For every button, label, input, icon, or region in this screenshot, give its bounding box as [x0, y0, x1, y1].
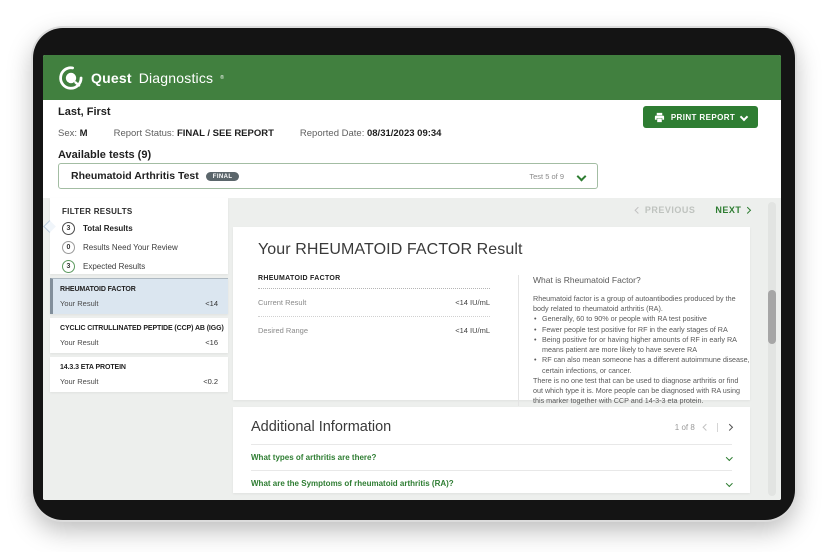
filter-item-need-review[interactable]: 0 Results Need Your Review	[62, 241, 216, 254]
next-button[interactable]: NEXT	[715, 205, 751, 215]
chevron-left-icon[interactable]	[702, 423, 710, 431]
patient-name: Last, First	[58, 106, 111, 118]
accordion-question-ra-symptoms[interactable]: What are the Symptoms of rheumatoid arth…	[251, 470, 733, 496]
logo-text-light: Diagnostics	[138, 69, 214, 86]
printer-icon	[654, 112, 664, 122]
result-card-ccp-ab[interactable]: CYCLIC CITRULLINATED PEPTIDE (CCP) AB (I…	[50, 318, 228, 353]
result-card-eta-protein[interactable]: 14.3.3 ETA PROTEIN Your Result <0.2	[50, 357, 228, 392]
count-badge: 3	[62, 260, 75, 273]
additional-information-title: Additional Information	[251, 419, 392, 435]
result-label: Your Result	[60, 299, 99, 308]
app-screen: Quest Diagnostics ® Last, First Sex: M Rep…	[43, 55, 781, 500]
info-bullet: RF can also mean someone has a different…	[533, 355, 750, 375]
quest-q-icon	[59, 65, 83, 90]
info-bullet: Being positive for or having higher amou…	[533, 335, 750, 355]
scrollbar-track[interactable]	[768, 202, 776, 496]
patient-sex: Sex: M	[58, 128, 88, 139]
result-table: RHEUMATOID FACTOR Current Result <14 IU/…	[258, 275, 490, 406]
test-selector-dropdown[interactable]: Rheumatoid Arthritis Test FINAL Test 5 o…	[58, 163, 598, 189]
app-header: Quest Diagnostics ®	[43, 55, 781, 100]
sex-value: M	[79, 128, 88, 139]
result-value: <14	[205, 299, 218, 308]
pager-divider	[717, 422, 719, 432]
question-label: What are the Symptoms of rheumatoid arth…	[251, 479, 454, 488]
print-report-button[interactable]: PRINT REPORT	[643, 106, 758, 128]
previous-label: PREVIOUS	[644, 205, 696, 215]
info-intro: Rheumatoid factor is a group of autoanti…	[533, 294, 736, 314]
row-value: <14 IU/mL	[455, 326, 490, 335]
question-label: What types of arthritis are there?	[251, 453, 377, 462]
report-status-value: FINAL / SEE REPORT	[176, 128, 274, 139]
filter-item-label: Total Results	[83, 224, 133, 233]
result-card-rheumatoid-factor[interactable]: RHEUMATOID FACTOR Your Result <14	[50, 278, 228, 314]
scrollbar-thumb[interactable]	[768, 290, 776, 344]
row-value: <14 IU/mL	[455, 298, 490, 307]
result-detail-card: Your RHEUMATOID FACTOR Result RHEUMATOID…	[233, 227, 750, 407]
reported-date-label: Reported Date:	[299, 128, 365, 139]
print-report-label: PRINT REPORT	[670, 112, 736, 122]
result-value: <16	[205, 338, 218, 347]
result-name: RHEUMATOID FACTOR	[60, 286, 136, 293]
previous-button[interactable]: PREVIOUS	[635, 205, 696, 215]
marker-info-panel: What is Rheumatoid Factor? Rheumatoid fa…	[518, 275, 750, 407]
result-name: 14.3.3 ETA PROTEIN	[60, 364, 126, 371]
page-indicator: 1 of 8	[674, 422, 695, 432]
chevron-down-icon	[576, 171, 587, 181]
filter-results-panel: FILTER RESULTS 3 Total Results 0 Results…	[43, 198, 228, 274]
filter-item-total-results[interactable]: 3 Total Results	[62, 222, 216, 235]
result-detail-title: Your RHEUMATOID FACTOR Result	[258, 241, 523, 258]
count-badge: 0	[62, 241, 75, 254]
chevron-down-icon	[739, 112, 749, 122]
filter-results-title: FILTER RESULTS	[62, 207, 133, 216]
next-label: NEXT	[715, 205, 742, 215]
row-label: Desired Range	[258, 326, 309, 335]
chevron-right-icon[interactable]	[726, 423, 733, 431]
info-title: What is Rheumatoid Factor?	[533, 275, 641, 285]
reported-date-value: 08/31/2023 09:34	[366, 128, 442, 139]
result-label: Your Result	[60, 338, 99, 347]
row-label: Current Result	[258, 298, 307, 307]
result-table-header: RHEUMATOID FACTOR	[258, 275, 490, 289]
info-bullet: Fewer people test positive for RF in the…	[533, 325, 750, 335]
test-position: Test 5 of 9	[529, 171, 564, 181]
results-region: FILTER RESULTS 3 Total Results 0 Results…	[43, 198, 781, 500]
info-footer: There is no one test that can be used to…	[533, 375, 740, 406]
accordion-question-types-of-arthritis[interactable]: What types of arthritis are there?	[251, 444, 733, 470]
chevron-down-icon	[726, 454, 733, 461]
additional-pagination: 1 of 8	[674, 422, 733, 432]
selected-filter-arrow-icon	[43, 220, 56, 233]
result-pagination-nav: PREVIOUS NEXT	[635, 205, 751, 215]
chevron-down-icon	[726, 480, 733, 487]
logo-trademark: ®	[220, 74, 224, 81]
result-name: CYCLIC CITRULLINATED PEPTIDE (CCP) AB (I…	[60, 325, 224, 332]
filter-item-label: Expected Results	[83, 262, 146, 271]
additional-information-card: Additional Information 1 of 8 What types…	[233, 407, 750, 493]
tablet-frame: Quest Diagnostics ® Last, First Sex: M Rep…	[33, 28, 795, 520]
table-row-current-result: Current Result <14 IU/mL	[258, 289, 490, 317]
chevron-left-icon	[635, 206, 642, 214]
info-bullet-list: Generally, 60 to 90% or people with RA t…	[533, 314, 750, 375]
result-value: <0.2	[203, 377, 218, 386]
info-bullet: Generally, 60 to 90% or people with RA t…	[533, 314, 750, 324]
info-body: Rheumatoid factor is a group of autoanti…	[533, 294, 750, 406]
results-sidebar: FILTER RESULTS 3 Total Results 0 Results…	[43, 198, 228, 392]
table-row-desired-range: Desired Range <14 IU/mL	[258, 317, 490, 344]
logo-text-bold: Quest	[91, 69, 132, 86]
patient-meta-row: Sex: M Report Status: FINAL / SEE REPORT…	[58, 128, 441, 139]
result-label: Your Result	[60, 377, 99, 386]
report-status-label: Report Status:	[113, 128, 175, 139]
reported-date: Reported Date: 08/31/2023 09:34	[300, 128, 442, 139]
report-status: Report Status: FINAL / SEE REPORT	[114, 128, 274, 139]
sex-label: Sex:	[58, 128, 78, 139]
filter-item-label: Results Need Your Review	[83, 243, 178, 252]
count-badge: 3	[62, 222, 75, 235]
chevron-right-icon	[744, 206, 751, 214]
filter-item-expected-results[interactable]: 3 Expected Results	[62, 260, 216, 273]
available-tests-heading: Available tests (9)	[58, 149, 152, 161]
quest-logo: Quest Diagnostics ®	[58, 65, 224, 91]
selected-test-name: Rheumatoid Arthritis Test	[71, 170, 199, 182]
final-status-badge: FINAL	[205, 171, 240, 181]
